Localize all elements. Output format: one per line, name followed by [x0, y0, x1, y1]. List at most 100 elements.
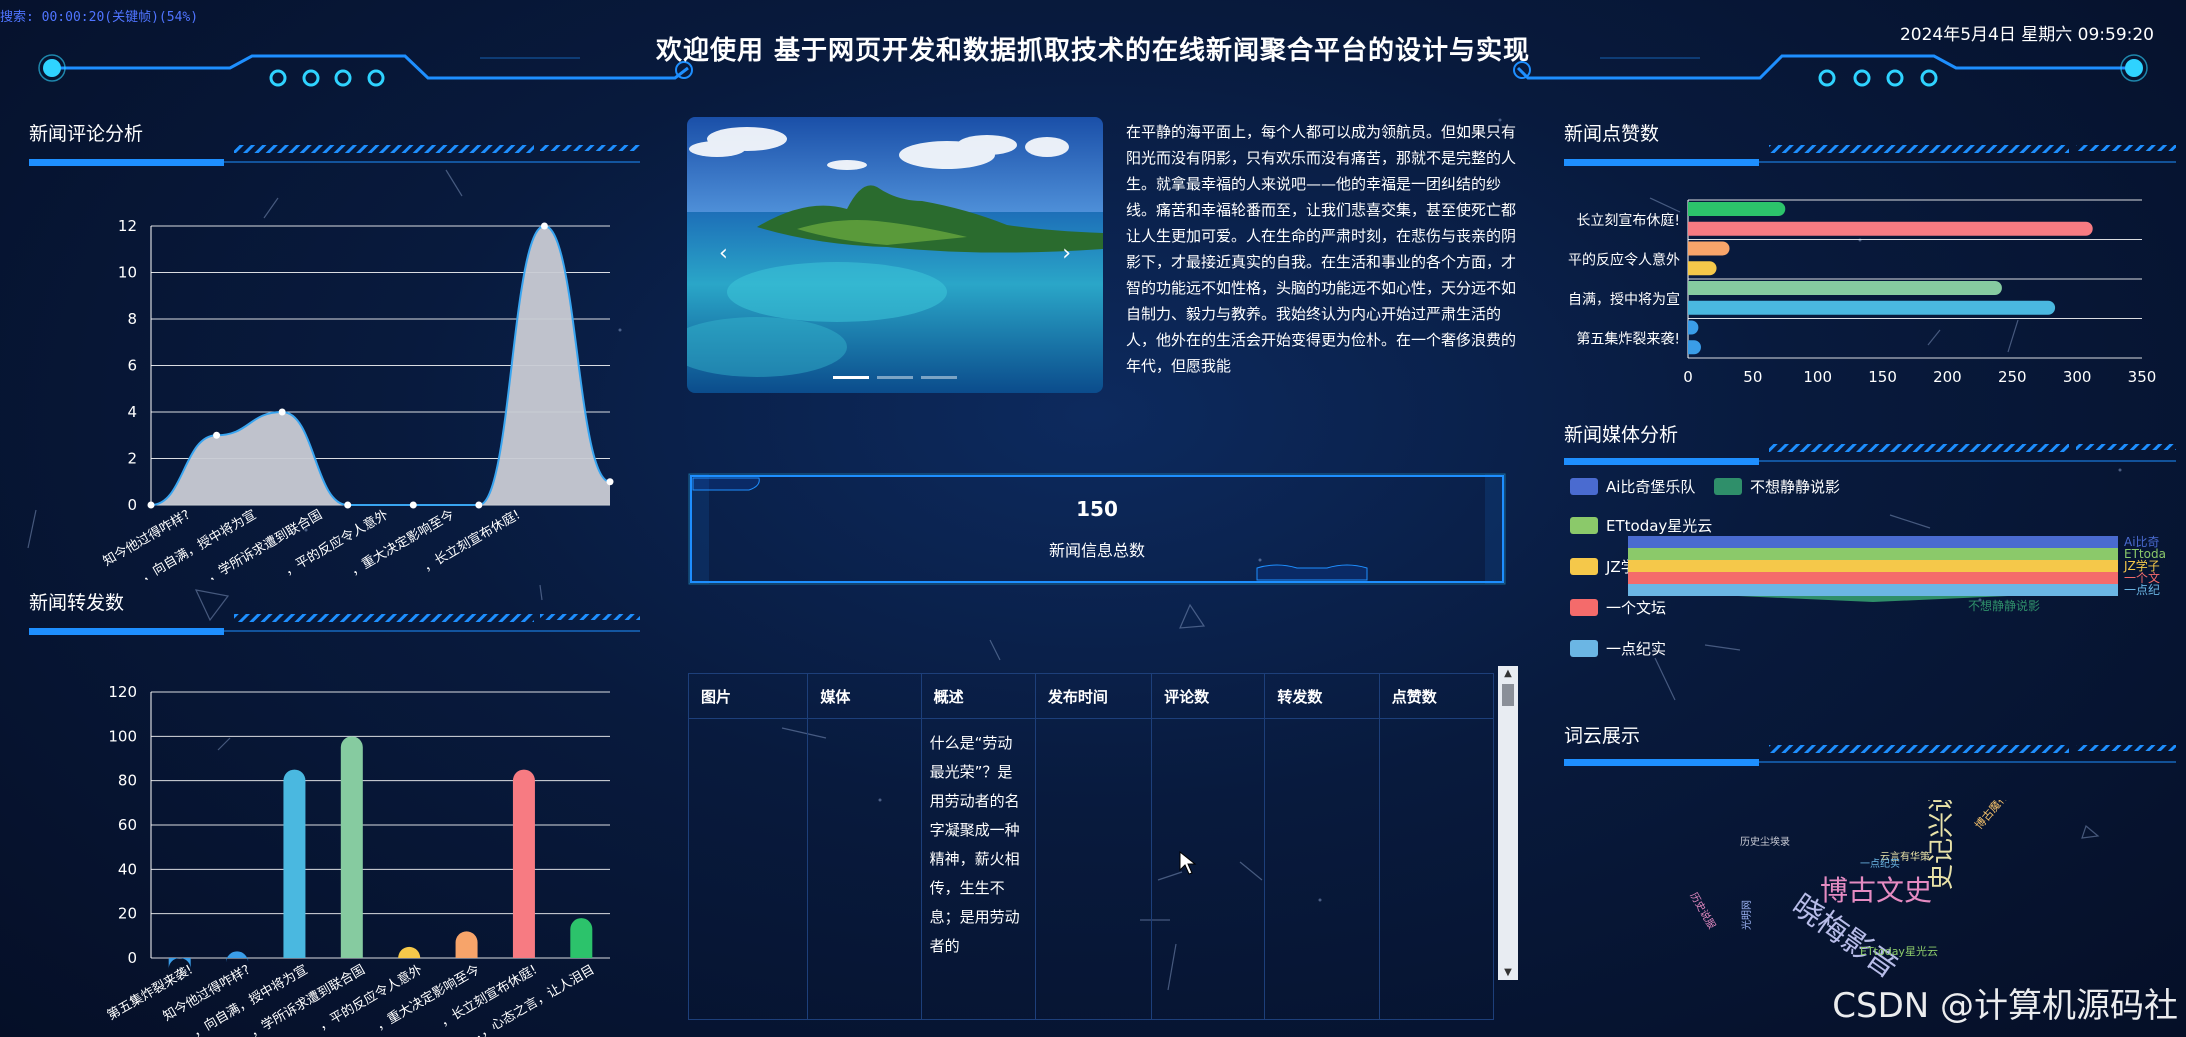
y-category-label: 自满，授中将为宣: [1568, 292, 1680, 308]
y-tick-label: 100: [108, 727, 137, 745]
legend-label: Ai比奇堡乐队: [1606, 478, 1696, 496]
x-tick-label: ，重大决定影响至今: [373, 962, 482, 1034]
cell-publish-time: [1034, 718, 1153, 1020]
bar: [1688, 241, 1730, 256]
total-news-label: 新闻信息总数: [1048, 541, 1145, 560]
x-tick-label: ，平的反应令人意外: [282, 507, 391, 579]
data-point: [344, 501, 352, 509]
legend-swatch: [1570, 599, 1598, 616]
y-tick-label: 4: [127, 403, 137, 421]
y-tick-label: 0: [127, 496, 137, 514]
y-tick-label: 2: [127, 450, 137, 468]
bar: [1688, 221, 2093, 236]
x-tick-label: 200: [1933, 368, 1962, 386]
wordcloud-word: 历史说服: [1687, 890, 1718, 931]
wordcloud-word: 史记兴说: [1927, 800, 1957, 890]
legend-swatch: [1714, 478, 1742, 495]
bar: [455, 931, 478, 958]
cell-comments: [1151, 718, 1266, 1020]
data-point: [278, 408, 286, 416]
y-tick-label: 12: [118, 217, 137, 235]
wordcloud-word: 博古魔行: [1972, 800, 2011, 832]
y-category-label: 长立刻宣布休庭!: [1576, 212, 1680, 229]
x-tick-label: 300: [2063, 368, 2092, 386]
data-point: [213, 431, 221, 439]
carousel-indicator[interactable]: [877, 376, 913, 379]
y-tick-label: 40: [118, 860, 137, 878]
legend-swatch: [1570, 640, 1598, 657]
media-funnel-chart: Ai比奇ETtodaJZ学子一个文一点纪不想静静说影: [1628, 535, 2166, 613]
bar: [283, 769, 306, 958]
news-image-carousel[interactable]: ‹ ›: [687, 117, 1103, 393]
y-category-label: 平的反应令人意外: [1568, 251, 1680, 268]
column-header-forwards[interactable]: 转发数: [1264, 673, 1380, 719]
bar: [1688, 320, 1699, 335]
column-header-summary[interactable]: 概述: [920, 673, 1036, 719]
y-category-label: 第五集炸裂来袭!: [1576, 330, 1680, 347]
funnel-band: [1628, 560, 2118, 572]
bar: [1688, 300, 2056, 315]
bar: [512, 769, 535, 958]
y-tick-label: 8: [127, 310, 137, 328]
data-point: [606, 478, 614, 486]
funnel-band: [1628, 584, 2118, 596]
mouse-cursor-icon: [1179, 850, 1197, 875]
funnel-label: 一点纪: [2124, 583, 2160, 597]
table-scrollbar[interactable]: ▲ ▼: [1498, 666, 1518, 980]
legend-item[interactable]: 一点纪实: [1570, 638, 1666, 659]
intro-paragraph: 在平静的海平面上，每个人都可以成为领航员。但如果只有阳光而没有阴影，只有欢乐而没…: [1126, 123, 1517, 375]
x-tick-label: ，重大决定影响至今: [348, 507, 457, 579]
carousel-indicator[interactable]: [921, 376, 957, 379]
scroll-up-arrow[interactable]: ▲: [1498, 668, 1518, 679]
legend-item[interactable]: Ai比奇堡乐队: [1570, 476, 1695, 497]
x-tick-label: 50: [1743, 368, 1762, 386]
y-tick-label: 6: [127, 357, 137, 375]
wordcloud-word: 一点纪实: [1860, 857, 1900, 870]
legend-swatch: [1570, 478, 1598, 495]
scroll-thumb[interactable]: [1502, 684, 1514, 706]
data-point: [540, 222, 548, 230]
scroll-down-arrow[interactable]: ▼: [1498, 967, 1518, 978]
wordcloud-word: 博古文史: [1820, 874, 1932, 907]
data-point: [409, 501, 417, 509]
legend-item[interactable]: 不想静静说影: [1714, 476, 1840, 497]
comment-area-chart: 024681012知今他过得咋样?，向自满，授中将为宣，学所诉求遭到联合国，平的…: [100, 217, 614, 580]
cell-summary: 什么是“劳动最光荣”？是用劳动者的名字凝聚成一种精神，薪火相传，生生不息；是用劳…: [920, 718, 1036, 1020]
x-tick-label: 150: [1868, 368, 1897, 386]
column-header-publish-time[interactable]: 发布时间: [1034, 673, 1153, 719]
carousel-image-island: [687, 117, 1103, 393]
total-news-count: 150: [1076, 497, 1118, 521]
x-tick-label: 100: [1803, 368, 1832, 386]
funnel-band: [1628, 548, 2118, 560]
wordcloud-word: ETtoday星光云: [1860, 944, 1938, 958]
funnel-band: [1628, 572, 2118, 584]
bar: [398, 946, 421, 958]
x-tick-label: 0: [1683, 368, 1693, 386]
bar: [1688, 340, 1701, 355]
carousel-prev-button[interactable]: ‹: [719, 241, 728, 266]
carousel-next-button[interactable]: ›: [1062, 241, 1071, 266]
column-header-image[interactable]: 图片: [687, 673, 809, 719]
y-tick-label: 60: [118, 816, 137, 834]
table-row[interactable]: 什么是“劳动最光荣”？是用劳动者的名字凝聚成一种精神，薪火相传，生生不息；是用劳…: [687, 718, 1495, 1020]
x-tick-label: 250: [1998, 368, 2027, 386]
wordcloud-word: 光明网: [1740, 900, 1753, 930]
column-header-comments[interactable]: 评论数: [1151, 673, 1266, 719]
bar: [1688, 202, 1786, 216]
y-tick-label: 80: [118, 772, 137, 790]
y-tick-label: 20: [118, 905, 137, 923]
data-point: [475, 501, 483, 509]
funnel-label: 不想静静说影: [1968, 598, 2040, 613]
news-table-header-row: 图片 媒体 概述 发布时间 评论数 转发数 点赞数: [687, 673, 1495, 719]
like-horizontal-bar-chart: 长立刻宣布休庭! 平的反应令人意外自满，授中将为宣第五集炸裂来袭! 0 50 100 15…: [1568, 199, 2157, 386]
x-tick-label: 350: [2128, 368, 2157, 386]
y-tick-label: 120: [108, 683, 137, 701]
x-tick-label: ，平的反应令人意外: [316, 962, 425, 1034]
column-header-likes[interactable]: 点赞数: [1378, 673, 1495, 719]
carousel-indicator[interactable]: [833, 376, 869, 379]
column-header-media[interactable]: 媒体: [807, 673, 922, 719]
cell-forwards: [1264, 718, 1380, 1020]
data-point: [147, 501, 155, 509]
cell-media: [807, 718, 922, 1020]
legend-swatch: [1570, 517, 1598, 534]
